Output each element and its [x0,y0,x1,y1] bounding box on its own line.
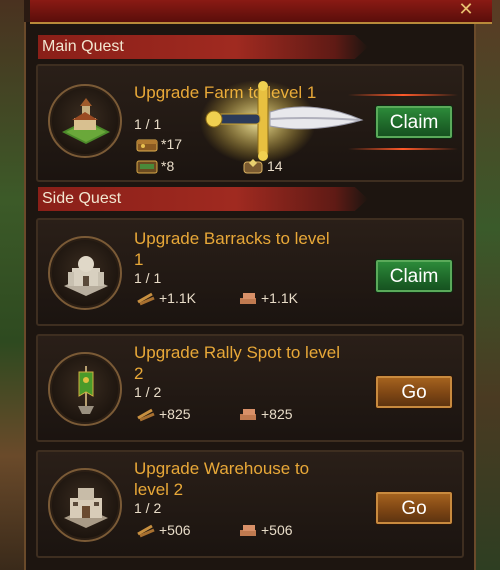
side-quest-card-barracks: Upgrade Barracks to level 1 1 / 1 +1.1K … [36,218,464,326]
background-left-edge [0,0,24,570]
side-quest-banner: Side Quest [38,187,368,211]
xp-reward-value: *8 [161,158,175,174]
warehouse-progress: 1 / 2 [134,500,162,516]
main-quest-xp-reward: *8 [136,158,174,174]
warehouse-stone-value: +506 [261,522,293,538]
barracks-wood-reward: +1.1K [136,290,196,306]
rally-spot-go-button[interactable]: Go [376,376,452,408]
main-quest-heading: Main Quest [42,38,124,55]
main-quest-progress: 1 / 1 [134,116,162,132]
side-quest-card-rally-spot: Upgrade Rally Spot to level 2 1 / 2 +825… [36,334,464,442]
warehouse-icon [48,468,122,542]
food-reward-value: *17 [161,136,183,152]
wood-icon [137,292,155,306]
warehouse-wood-reward: +506 [136,522,191,538]
rally-spot-title-line1: Upgrade Rally Spot to level [134,343,341,362]
background-right-edge [476,0,500,570]
barracks-icon [48,236,122,310]
side-quest-heading: Side Quest [42,190,122,207]
wood-icon [137,524,155,538]
warehouse-stone-reward: +506 [238,522,293,538]
food-chest-icon [136,139,158,152]
rally-spot-stone-reward: +825 [238,406,293,422]
farm-icon [48,84,122,158]
barracks-stone-reward: +1.1K [238,290,298,306]
warehouse-title-line1: Upgrade Warehouse to [134,459,310,478]
rally-spot-progress: 1 / 2 [134,384,162,400]
warehouse-wood-value: +506 [159,522,191,538]
window-header-bar: ✕ [30,0,492,24]
side-quest-card-warehouse: Upgrade Warehouse to level 2 1 / 2 +506 … [36,450,464,558]
pointer-sword-icon [200,80,364,164]
wood-icon [137,408,155,422]
stone-icon [240,293,256,304]
rally-spot-wood-reward: +825 [136,406,191,422]
rally-spot-icon [48,352,122,426]
close-icon[interactable]: ✕ [454,0,478,18]
barracks-title-line2: 1 [134,250,144,269]
barracks-title-line1: Upgrade Barracks to level [134,229,330,248]
rally-spot-wood-value: +825 [159,406,191,422]
main-quest-claim-button[interactable]: Claim [376,106,452,138]
main-quest-food-reward: *17 [136,136,182,152]
rally-spot-stone-value: +825 [261,406,293,422]
barracks-progress: 1 / 1 [134,270,162,286]
stone-icon [240,525,256,536]
barracks-claim-button[interactable]: Claim [376,260,452,292]
main-quest-banner: Main Quest [38,35,368,59]
warehouse-go-button[interactable]: Go [376,492,452,524]
barracks-wood-value: +1.1K [159,290,196,306]
barracks-stone-value: +1.1K [261,290,298,306]
rally-spot-title-line2: 2 [134,364,144,383]
stone-icon [240,409,256,420]
warehouse-title-line2: level 2 [134,480,184,499]
scroll-chest-icon [136,160,158,174]
